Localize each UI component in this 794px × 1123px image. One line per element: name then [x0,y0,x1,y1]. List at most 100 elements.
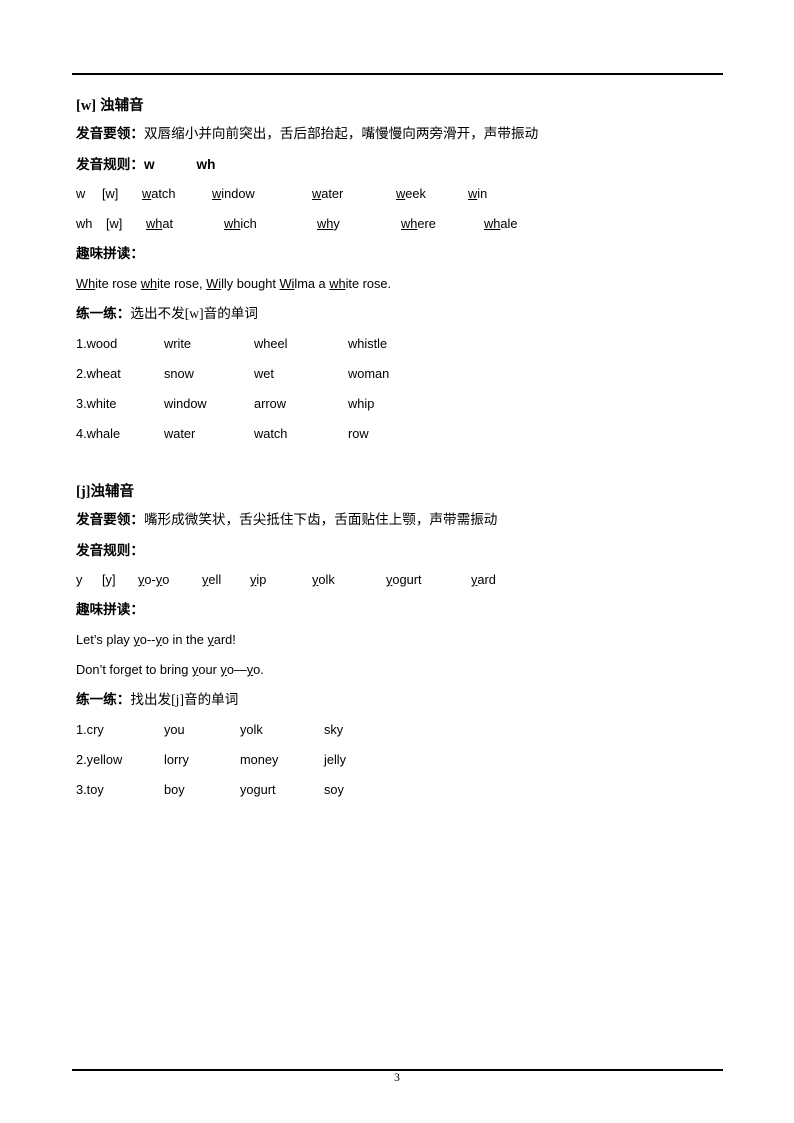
pronunciation-tips-text: 嘴形成微笑状，舌尖抵住下齿，舌面贴住上颚，声带需振动 [143,512,498,527]
twister-text: o in the [161,632,208,647]
exercise-word: whip [348,396,375,411]
underlined-part: wh [401,216,418,231]
word-tail: ard [477,572,496,587]
underlined-part: wh [146,216,163,231]
example-word: what [146,214,173,234]
underlined-part: wh [329,276,346,291]
exercise-word: 3.toy [76,782,104,797]
exercise-word: wet [254,366,274,381]
underlined-part: wh [224,216,241,231]
exercise-row: 2.wheat snow wet woman [76,364,724,384]
exercise-word: row [348,426,369,441]
section-heading-ipa: [j] [76,484,91,500]
rule-row-y: y [y] yo-yo yell yip yolk yogurt yard [76,570,724,590]
fun-reading-label-w: 趣味拼读： [76,244,724,264]
exercise-label: 练一练： [76,692,131,707]
word-tail: ogurt [392,572,422,587]
exercise-word: boy [164,782,185,797]
exercise-word: you [164,722,185,737]
underlined-part: w [312,186,322,201]
pronunciation-tips-j: 发音要领：嘴形成微笑状，舌尖抵住下齿，舌面贴住上颚，声带需振动 [76,510,724,530]
pronunciation-rules-j: 发音规则： [76,541,724,561]
word-tail: ip [256,572,267,587]
exercise-word: jelly [324,752,347,767]
twister-text: o. [253,662,264,677]
underlined-part: wh [140,276,158,291]
header-rule [72,73,723,75]
pronunciation-tips-label: 发音要领： [76,512,144,527]
underlined-part: Wi [279,276,295,291]
exercise-label: 练一练： [76,306,131,321]
example-word: yogurt [386,570,422,590]
section-heading-j: [j]浊辅音 [76,482,724,502]
word-tail: ere [417,216,436,231]
underlined-part: wh [317,216,334,231]
twister-text: lma a [294,276,330,291]
tongue-twister-j-2: Don’t forget to bring your yo—yo. [76,660,724,680]
underlined-part: wh [484,216,501,231]
tongue-twister-j-1: Let’s play yo--yo in the yard! [76,630,724,650]
word-tail: y [333,216,340,231]
exercise-word: sky [324,722,344,737]
underlined-part: w [396,186,406,201]
section-heading-text: 浊辅音 [90,484,135,500]
rule-ipa: [w] [102,186,119,201]
twister-text: o— [226,662,247,677]
exercise-word: 2.wheat [76,366,121,381]
example-word: win [468,184,487,204]
exercise-word: 1.cry [76,722,104,737]
section-heading-ipa: [w] [76,98,97,114]
exercise-word: wheel [254,336,288,351]
example-word: yip [250,570,266,590]
exercise-instruction-w: 练一练：选出不发[w]音的单词 [76,304,724,324]
example-word: watch [142,184,175,204]
page-content: [w] 浊辅音 发音要领：双唇缩小并向前突出，舌后部抬起，嘴慢慢向两旁滑开，声带… [76,96,724,810]
section-heading-w: [w] 浊辅音 [76,96,724,116]
tongue-twister-w: White rose white rose, Willy bought Wilm… [76,274,724,294]
twister-text: ite rose. [345,276,392,291]
example-word: which [224,214,257,234]
example-word: yolk [312,570,335,590]
word-tail: at [162,216,174,231]
twister-text: Don’t forget to bring [76,662,192,677]
rule-key-wh: wh [196,157,216,172]
pronunciation-rules-label: 发音规则： [76,543,144,558]
rule-row-wh: wh [w] what which why where whale [76,214,724,234]
exercise-ipa: [w] [184,306,204,321]
word-tail: indow [221,186,255,201]
example-word: week [396,184,426,204]
twister-text: Let’s play [76,632,134,647]
exercise-word: watch [254,426,288,441]
exercise-row: 2.yellow lorry money jelly [76,750,724,770]
rule-letter: y [76,572,83,587]
underlined-part: Wh [76,276,96,291]
exercise-row: 4.whale water watch row [76,424,724,444]
word-tail: ater [321,186,344,201]
example-word: yo-yo [138,570,169,590]
exercise-word: window [164,396,207,411]
fun-reading-label: 趣味拼读： [76,246,144,261]
twister-text: ite rose, [157,276,207,291]
example-word: whale [484,214,517,234]
exercise-text-pre: 选出不发 [130,306,185,321]
rule-ipa: [w] [106,216,123,231]
section-heading-text: 浊辅音 [96,98,144,114]
exercise-word: 4.whale [76,426,121,441]
twister-text: our [198,662,221,677]
exercise-word: 1.wood [76,336,118,351]
word-tail: ale [500,216,518,231]
underlined-part: w [142,186,152,201]
pronunciation-rules-label: 发音规则： [76,157,144,172]
word-tail: in [477,186,488,201]
exercise-text-post: 音的单词 [184,692,239,707]
exercise-word: soy [324,782,344,797]
exercise-text-pre: 找出发 [130,692,172,707]
word-tail: ich [240,216,257,231]
exercise-row: 1.cry you yolk sky [76,720,724,740]
exercise-word: arrow [254,396,286,411]
word-tail-2: o [162,572,170,587]
pronunciation-tips-label: 发音要领： [76,126,144,141]
exercise-word: write [164,336,192,351]
pronunciation-rules-w: 发音规则：w wh [76,155,724,175]
exercise-text-post: 音的单词 [203,306,258,321]
